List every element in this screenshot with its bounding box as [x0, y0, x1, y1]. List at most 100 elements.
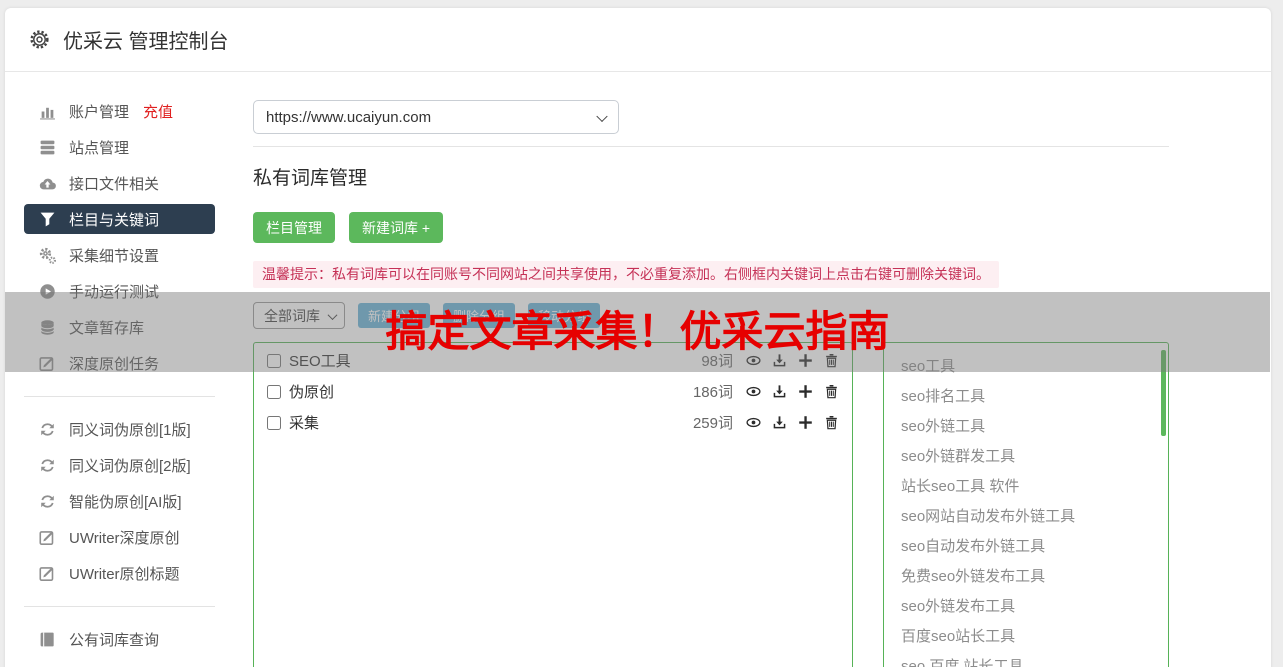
keyword-item[interactable]: seo外链发布工具 [884, 592, 1168, 622]
keyword-item[interactable]: 免费seo外链发布工具 [884, 562, 1168, 592]
manual-test-icon [39, 283, 56, 300]
sidebar-item-deep-original[interactable]: 深度原创任务 [24, 345, 215, 381]
sidebar-item-label: 文章暂存库 [69, 319, 145, 337]
preview-icon[interactable] [746, 353, 761, 368]
sidebar-item-uwriter-title[interactable]: UWriter原创标题 [24, 555, 215, 591]
thesaurus-list-panel: SEO工具 98词 伪原创 186词 采集 259词 [253, 342, 853, 667]
add-icon[interactable] [798, 415, 813, 430]
sidebar-item-label: 采集细节设置 [69, 247, 160, 265]
sidebar-item-label: 同义词伪原创[2版] [69, 457, 191, 475]
sidebar-item-public-thesaurus[interactable]: 公有词库查询 [24, 621, 215, 657]
sidebar-item-label: 站点管理 [69, 139, 130, 157]
sidebar-item-label: 栏目与关键词 [69, 211, 160, 229]
app-card: 优采云 管理控制台 账户管理 充值 站点管理 接口文件相关 栏目与关键词 采集细… [5, 8, 1271, 667]
keyword-item[interactable]: 百度seo站长工具 [884, 622, 1168, 652]
keyword-item[interactable]: 站长seo工具 软件 [884, 472, 1168, 502]
sidebar-item-label: UWriter深度原创 [69, 529, 180, 547]
thesaurus-filter-select[interactable]: 全部词库 [253, 302, 345, 329]
app-gear-icon [29, 29, 50, 50]
columns-icon [39, 211, 56, 228]
tip-banner: 温馨提示：私有词库可以在同账号不同网站之间共享使用，不必重复添加。右侧框内关键词… [253, 261, 999, 288]
synonym-icon [39, 457, 56, 474]
sidebar-item-synonym-v1[interactable]: 同义词伪原创[1版] [24, 411, 215, 447]
main-content: https://www.ucaiyun.com 私有词库管理 栏目管理 新建词库… [245, 72, 1272, 667]
interface-icon [39, 175, 56, 192]
table-row: SEO工具 98词 [267, 345, 839, 376]
delete-icon[interactable] [824, 353, 839, 368]
row-checkbox[interactable] [267, 353, 281, 368]
sidebar-item-label: 深度原创任务 [69, 355, 160, 373]
sidebar-item-label: 公有词库查询 [69, 631, 160, 649]
synonym-icon [39, 421, 56, 438]
page-title: 私有词库管理 [253, 168, 368, 189]
sidebar-item-content-demo[interactable]: 正文识别演示 [24, 657, 215, 667]
uwriter-icon [39, 529, 56, 546]
recharge-badge[interactable]: 充值 [143, 101, 173, 122]
collect-settings-icon [39, 247, 56, 264]
table-row: 采集 259词 [267, 407, 839, 438]
preview-icon[interactable] [746, 415, 761, 430]
sidebar-item-label: 同义词伪原创[1版] [69, 421, 191, 439]
divider [253, 146, 1169, 147]
sidebar-item-collect-settings[interactable]: 采集细节设置 [24, 237, 215, 273]
sidebar-item-sites[interactable]: 站点管理 [24, 129, 215, 165]
new-group-button[interactable]: 新建分组 [358, 303, 431, 328]
thesaurus-name: 伪原创 [289, 384, 335, 401]
sidebar-divider [24, 606, 215, 607]
word-count: 98词 [701, 353, 733, 370]
sidebar-item-account[interactable]: 账户管理 充值 [24, 93, 215, 129]
group-select-wrap: 全部词库 [253, 302, 345, 329]
sidebar-divider [24, 396, 215, 397]
keyword-item[interactable]: seo排名工具 [884, 382, 1168, 412]
download-icon[interactable] [772, 353, 787, 368]
article-store-icon [39, 319, 56, 336]
sidebar-item-label: 智能伪原创[AI版] [69, 493, 182, 511]
sidebar-item-uwriter-deep[interactable]: UWriter深度原创 [24, 519, 215, 555]
keyword-item[interactable]: seo 百度 站长工具 [884, 652, 1168, 667]
move-group-button[interactable]: 移动分组 [528, 303, 601, 328]
account-icon [39, 103, 56, 120]
download-icon[interactable] [772, 384, 787, 399]
sites-icon [39, 139, 56, 156]
synonym-icon [39, 493, 56, 510]
sidebar-item-label: 接口文件相关 [69, 175, 160, 193]
keyword-item[interactable]: seo自动发布外链工具 [884, 532, 1168, 562]
keyword-item[interactable]: seo外链群发工具 [884, 442, 1168, 472]
keyword-item[interactable]: seo工具 [884, 352, 1168, 382]
keyword-list-panel: seo工具 seo排名工具 seo外链工具 seo外链群发工具 站长seo工具 … [883, 342, 1169, 667]
thesaurus-name: 采集 [289, 415, 320, 432]
preview-icon[interactable] [746, 384, 761, 399]
new-thesaurus-button[interactable]: 新建词库 + [349, 212, 444, 243]
word-count: 259词 [692, 415, 733, 432]
add-icon[interactable] [798, 353, 813, 368]
delete-group-button[interactable]: 删除分组 [443, 303, 516, 328]
sidebar-item-columns-keywords[interactable]: 栏目与关键词 [24, 204, 215, 234]
sidebar-item-label: 账户管理 [69, 103, 130, 121]
sidebar-item-manual-test[interactable]: 手动运行测试 [24, 273, 215, 309]
row-checkbox[interactable] [267, 384, 281, 399]
row-checkbox[interactable] [267, 415, 281, 430]
scrollbar-thumb[interactable] [1161, 350, 1166, 436]
sidebar-item-article-store[interactable]: 文章暂存库 [24, 309, 215, 345]
site-select[interactable]: https://www.ucaiyun.com [253, 100, 619, 134]
thesaurus-name: SEO工具 [289, 353, 351, 370]
sidebar-item-ai-pseudo[interactable]: 智能伪原创[AI版] [24, 483, 215, 519]
keyword-item[interactable]: seo网站自动发布外链工具 [884, 502, 1168, 532]
keyword-item[interactable]: seo外链工具 [884, 412, 1168, 442]
sidebar-item-interface[interactable]: 接口文件相关 [24, 165, 215, 201]
add-icon[interactable] [798, 384, 813, 399]
table-row: 伪原创 186词 [267, 376, 839, 407]
delete-icon[interactable] [824, 384, 839, 399]
app-title: 优采云 管理控制台 [63, 31, 229, 53]
download-icon[interactable] [772, 415, 787, 430]
sidebar-item-label: 手动运行测试 [69, 283, 160, 301]
sidebar-item-label: UWriter原创标题 [69, 565, 180, 583]
delete-icon[interactable] [824, 415, 839, 430]
site-select-wrap: https://www.ucaiyun.com [253, 100, 619, 134]
column-manage-button[interactable]: 栏目管理 [253, 212, 335, 243]
word-count: 186词 [692, 384, 733, 401]
public-thesaurus-icon [39, 631, 56, 648]
sidebar: 账户管理 充值 站点管理 接口文件相关 栏目与关键词 采集细节设置 手动运行测试… [5, 72, 245, 667]
sidebar-item-synonym-v2[interactable]: 同义词伪原创[2版] [24, 447, 215, 483]
app-header: 优采云 管理控制台 [5, 8, 1271, 72]
